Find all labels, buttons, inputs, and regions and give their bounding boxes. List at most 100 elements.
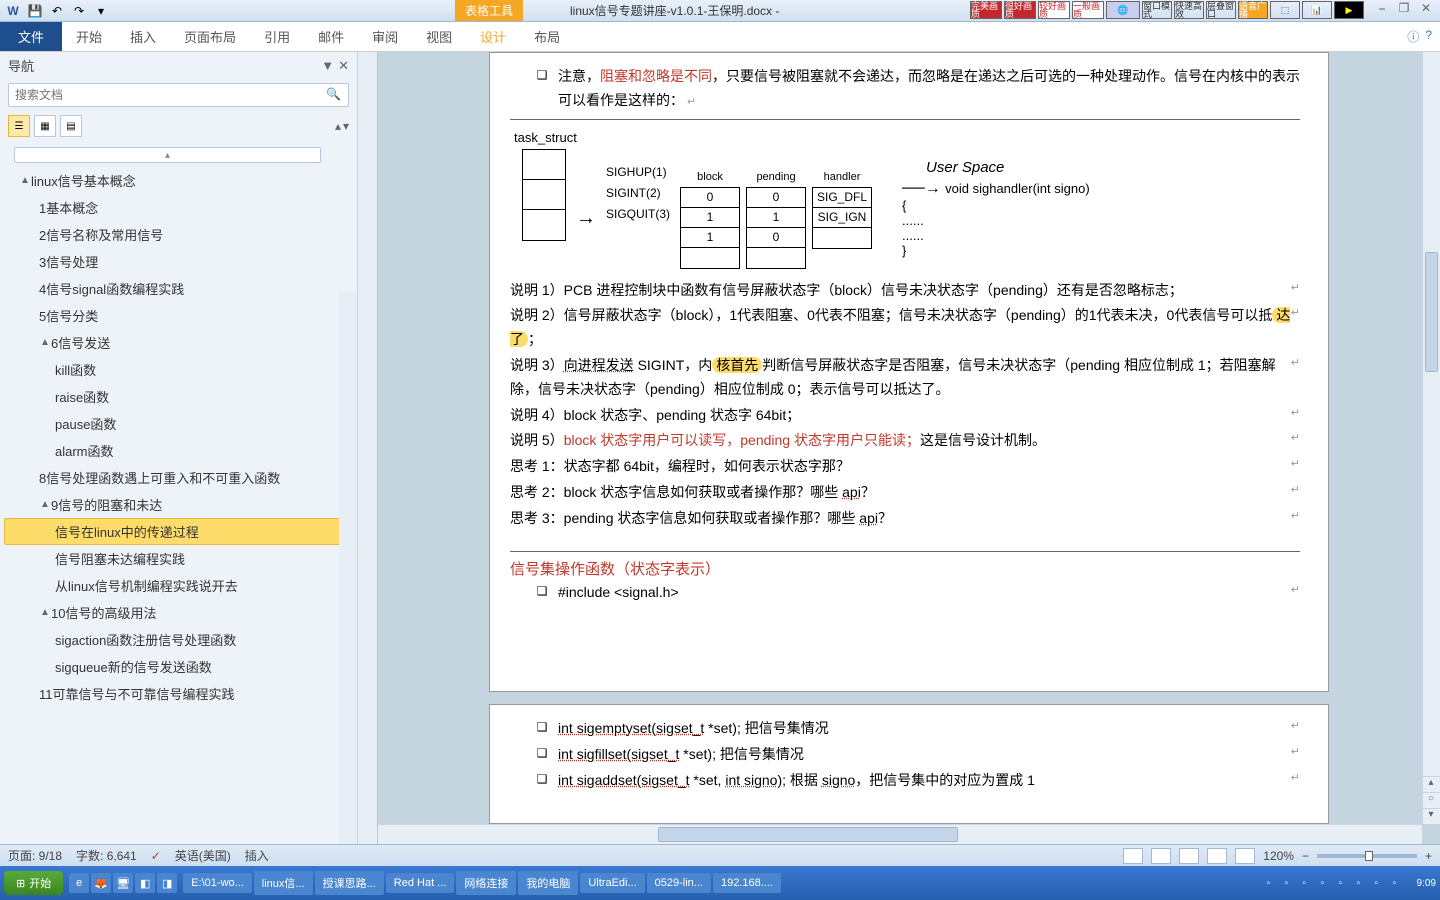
zoom-in-icon[interactable]: + (1425, 849, 1432, 863)
print-layout-icon[interactable] (1123, 848, 1143, 864)
tab-view[interactable]: 视图 (412, 21, 466, 52)
ie-icon[interactable]: e (69, 873, 89, 893)
task-item[interactable]: 授课思路... (315, 871, 384, 895)
tab-layout[interactable]: 布局 (520, 21, 574, 52)
page-indicator[interactable]: 页面: 9/18 (8, 847, 62, 864)
task-item[interactable]: E:\01-wo... (183, 873, 252, 893)
tab-insert[interactable]: 插入 (116, 21, 170, 52)
tray-icon[interactable]: ▫ (1393, 878, 1407, 889)
zoom-slider[interactable] (1317, 854, 1417, 858)
tree-item[interactable]: alarm函数 (4, 437, 353, 464)
tab-references[interactable]: 引用 (250, 21, 304, 52)
tray-icon[interactable]: ▫ (1267, 878, 1281, 889)
nav-up-icon[interactable]: ▴ (335, 119, 341, 133)
help-icon[interactable]: ? (1425, 28, 1432, 45)
view-results-icon[interactable]: ▤ (60, 115, 82, 137)
tree-item[interactable]: 从linux信号机制编程实践说开去 (4, 572, 353, 599)
minimize-icon[interactable]: ⎯ (1372, 1, 1392, 19)
tab-home[interactable]: 开始 (62, 21, 116, 52)
zoom-level[interactable]: 120% (1263, 849, 1294, 863)
qat-dropdown-icon[interactable]: ▾ (92, 2, 110, 20)
task-item[interactable]: 网络连接 (456, 871, 516, 895)
app-icon[interactable]: ◧ (135, 873, 155, 893)
firefox-icon[interactable]: 🦊 (91, 873, 111, 893)
draft-icon[interactable] (1235, 848, 1255, 864)
tree-item[interactable]: 信号阻塞未达编程实践 (4, 545, 353, 572)
tray-icon[interactable]: ▫ (1285, 878, 1299, 889)
view-pages-icon[interactable]: ▦ (34, 115, 56, 137)
web-layout-icon[interactable] (1179, 848, 1199, 864)
search-icon[interactable]: 🔍 (326, 87, 341, 101)
tree-item[interactable]: 1基本概念 (4, 194, 353, 221)
tree-item[interactable]: 信号在linux中的传递过程 (4, 518, 353, 545)
toggle-icon[interactable]: ▲ (39, 337, 51, 348)
task-item[interactable]: Red Hat ... (386, 873, 455, 893)
fast-mode[interactable]: 快速高效 (1174, 1, 1204, 19)
language-indicator[interactable]: 英语(美国) (175, 847, 231, 864)
redo-icon[interactable]: ↷ (70, 2, 88, 20)
tray-icon[interactable]: ▫ (1357, 878, 1371, 889)
tab-mailings[interactable]: 邮件 (304, 21, 358, 52)
save-icon[interactable]: 💾 (26, 2, 44, 20)
undo-icon[interactable]: ↶ (48, 2, 66, 20)
tray-icon[interactable]: ▫ (1303, 878, 1317, 889)
tab-review[interactable]: 审阅 (358, 21, 412, 52)
ribbon-minimize-icon[interactable]: ⓘ (1407, 28, 1419, 45)
quality-perfect[interactable]: 完美画质 (970, 1, 1002, 19)
tool-icon-3[interactable]: ▶ (1334, 1, 1364, 19)
tray-icon[interactable]: ▫ (1339, 878, 1353, 889)
tree-item[interactable]: ▲9信号的阻塞和未达 (4, 491, 353, 518)
scroll-thumb-h[interactable] (658, 827, 958, 842)
tree-item[interactable]: ▲10信号的高级用法 (4, 599, 353, 626)
quality-normal[interactable]: 一般画质 (1072, 1, 1104, 19)
quality-good[interactable]: 很好画质 (1004, 1, 1036, 19)
tab-design[interactable]: 设计 (466, 21, 520, 52)
tree-item[interactable]: kill函数 (4, 356, 353, 383)
toggle-icon[interactable]: ▲ (39, 607, 51, 618)
nav-scrollbar[interactable] (339, 291, 357, 844)
browse-object-icon[interactable]: ○ (1422, 792, 1440, 808)
tree-item[interactable]: pause函数 (4, 410, 353, 437)
restore-icon[interactable]: ❐ (1394, 1, 1414, 19)
zoom-out-icon[interactable]: − (1302, 849, 1309, 863)
tree-item[interactable]: 4信号signal函数编程实践 (4, 275, 353, 302)
quality-fair[interactable]: 较好画质 (1038, 1, 1070, 19)
next-page-icon[interactable]: ▾ (1422, 808, 1440, 824)
proofing-icon[interactable]: ✓ (151, 849, 161, 863)
tree-item[interactable]: ▲6信号发送 (4, 329, 353, 356)
tree-item[interactable]: 3信号处理 (4, 248, 353, 275)
close-icon[interactable]: ✕ (1416, 1, 1436, 19)
tray-icon[interactable]: ▫ (1375, 878, 1389, 889)
tree-item[interactable]: 8信号处理函数遇上可重入和不可重入函数 (4, 464, 353, 491)
insert-mode[interactable]: 插入 (245, 847, 269, 864)
task-item[interactable]: UltraEdi... (580, 873, 644, 893)
tree-item[interactable]: 5信号分类 (4, 302, 353, 329)
search-input[interactable] (8, 83, 349, 107)
tree-item[interactable]: 2信号名称及常用信号 (4, 221, 353, 248)
task-item[interactable]: 192.168.... (713, 873, 781, 893)
tool-icon-2[interactable]: 📊 (1302, 1, 1332, 19)
tab-page-layout[interactable]: 页面布局 (170, 21, 250, 52)
tool-icon-1[interactable]: ⬚ (1270, 1, 1300, 19)
tree-item[interactable]: ▲linux信号基本概念 (4, 167, 353, 194)
scroll-thumb[interactable] (1425, 252, 1438, 372)
toggle-icon[interactable]: ▲ (39, 499, 51, 510)
tree-item[interactable]: sigqueue新的信号发送函数 (4, 653, 353, 680)
view-headings-icon[interactable]: ☰ (8, 115, 30, 137)
window-mode[interactable]: 窗口模式 (1142, 1, 1172, 19)
desktop-icon[interactable]: 🖥 (113, 873, 133, 893)
collapse-all-bar[interactable]: ▴ (14, 147, 321, 163)
start-button[interactable]: ⊞开始 (4, 871, 63, 895)
tree-item[interactable]: 11可靠信号与不可靠信号编程实践 (4, 680, 353, 707)
file-tab[interactable]: 文件 (0, 22, 62, 51)
task-item[interactable]: linux信... (254, 871, 313, 895)
cascade-window[interactable]: 层叠窗口 (1206, 1, 1236, 19)
vertical-scrollbar[interactable] (1422, 52, 1440, 824)
tree-item[interactable]: raise函数 (4, 383, 353, 410)
voice-broadcast[interactable]: 语音广播 (1238, 1, 1268, 19)
app-icon[interactable]: ◨ (157, 873, 177, 893)
tree-item[interactable]: sigaction函数注册信号处理函数 (4, 626, 353, 653)
nav-close-icon[interactable]: ✕ (338, 58, 349, 74)
horizontal-scrollbar[interactable] (378, 824, 1422, 844)
nav-down-icon[interactable]: ▾ (343, 119, 349, 133)
